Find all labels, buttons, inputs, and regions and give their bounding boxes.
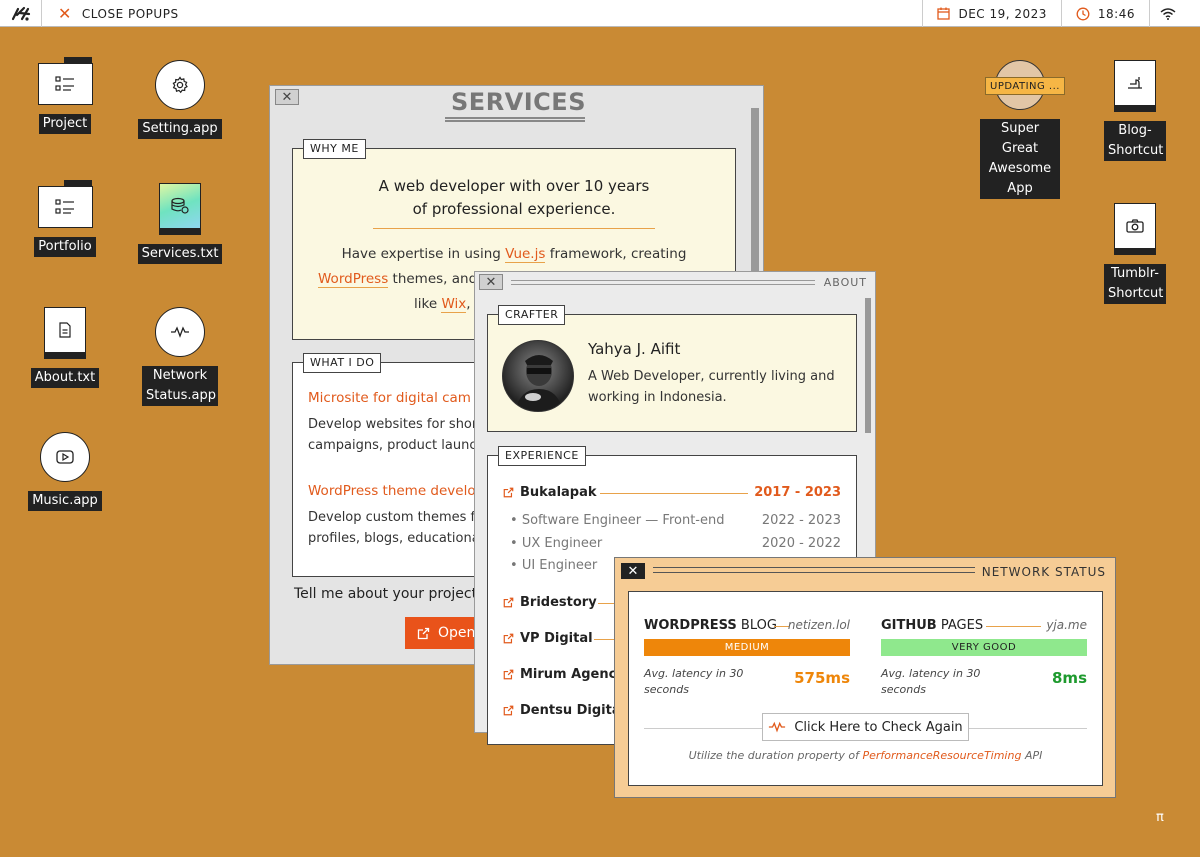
latency-value: 575ms: [794, 669, 850, 687]
app-icon: UPDATING ...: [985, 60, 1065, 110]
clock-icon: [1076, 7, 1090, 20]
status-badge: MEDIUM: [644, 639, 850, 656]
avatar: [502, 340, 574, 412]
close-popups-label: CLOSE POPUPS: [81, 6, 179, 21]
desktop-icon-blog[interactable]: Blog-Shortcut: [1075, 60, 1195, 161]
vue-link[interactable]: Vue.js: [505, 246, 546, 263]
section-tag: CRAFTER: [498, 305, 566, 325]
company-link[interactable]: Dentsu Digital: [503, 703, 625, 718]
pi-glyph[interactable]: π: [1156, 810, 1164, 825]
icon-label: Tumblr-Shortcut: [1104, 264, 1166, 304]
time-display: 18:46: [1062, 0, 1149, 27]
latency-label: Avg. latency in 30 seconds: [881, 667, 981, 696]
icon-label: Network Status.app: [142, 366, 218, 406]
folder-icon: [37, 57, 93, 105]
cta-text: Tell me about your project: [294, 586, 478, 602]
latency-value: 8ms: [1052, 669, 1087, 687]
window-title: ABOUT: [823, 276, 867, 289]
wix-link[interactable]: Wix: [441, 296, 467, 313]
desktop-icon-about[interactable]: About.txt: [5, 307, 125, 388]
pulse-icon: [155, 307, 205, 357]
close-popups-button[interactable]: ✕ CLOSE POPUPS: [58, 0, 179, 27]
desktop-icon-super-app[interactable]: UPDATING ... Super Great Awesome App: [960, 60, 1080, 199]
section-tag: EXPERIENCE: [498, 446, 586, 466]
company-link[interactable]: Mirum Agency: [503, 667, 625, 682]
external-link-icon: [503, 597, 514, 608]
top-bar: ✕ CLOSE POPUPS DEC 19, 2023 18:46: [0, 0, 1200, 27]
time-text: 18:46: [1097, 6, 1135, 21]
desktop-icon-services[interactable]: Services.txt: [120, 183, 240, 264]
close-window-button[interactable]: ✕: [621, 563, 645, 579]
company-link[interactable]: Bridestory: [503, 595, 597, 610]
job-title: • UI Engineer: [510, 558, 598, 573]
wordpress-link[interactable]: WordPress: [318, 271, 389, 288]
profile-role: A Web Developer, currently living and wo…: [588, 369, 835, 405]
calendar-icon: [937, 7, 951, 20]
api-link[interactable]: PerformanceResourceTiming: [862, 749, 1021, 762]
icon-label: Setting.app: [138, 119, 222, 139]
icon-label: Services.txt: [137, 244, 223, 264]
camera-icon: [1114, 203, 1156, 255]
icon-label: Music.app: [28, 491, 102, 511]
external-link-icon: [503, 633, 514, 644]
section-tag: WHAT I DO: [303, 353, 382, 373]
gear-icon: [155, 60, 205, 110]
job-title: • Software Engineer — Front-end: [510, 513, 725, 528]
service-domain: yja.me: [1046, 618, 1087, 632]
check-again-button[interactable]: Click Here to Check Again: [762, 713, 969, 741]
job-years: 2022 - 2023: [761, 513, 841, 528]
why-me-heading: A web developer with over 10 years of pr…: [378, 177, 650, 218]
window-title: NETWORK STATUS: [981, 565, 1106, 579]
job-years: 2020 - 2022: [761, 536, 841, 551]
job-title: • UX Engineer: [510, 536, 603, 551]
icon-label: About.txt: [30, 368, 100, 388]
desktop-icon-portfolio[interactable]: Portfolio: [5, 180, 125, 257]
api-note: Utilize the duration property of Perform…: [688, 749, 1043, 762]
database-icon: [159, 183, 201, 235]
external-link-icon: [417, 627, 430, 639]
scrollbar[interactable]: [865, 298, 871, 433]
external-link-icon: [503, 487, 514, 498]
close-icon: ✕: [58, 3, 72, 23]
crafter-card: CRAFTER Yahya J. Aifit A Web Developer, …: [487, 305, 857, 432]
service-title: Microsite for digital cam: [308, 390, 471, 406]
network-panel: WORDPRESS BLOG netizen.lol MEDIUM Avg. l…: [628, 591, 1103, 786]
company-link[interactable]: Bukalapak: [503, 485, 597, 500]
external-link-icon: [503, 705, 514, 716]
service-title: WordPress theme develo: [308, 483, 476, 499]
service-domain: netizen.lol: [787, 618, 850, 632]
file-text-icon: [44, 307, 86, 359]
play-icon: [40, 432, 90, 482]
close-window-button[interactable]: ✕: [275, 89, 299, 105]
company-years: 2017 - 2023: [754, 485, 841, 500]
section-tag: WHY ME: [303, 139, 366, 159]
network-status-window: ✕ NETWORK STATUS WORDPRESS BLOG netizen.…: [614, 557, 1116, 798]
service-name: WORDPRESS BLOG: [644, 618, 777, 633]
profile-name: Yahya J. Aifit: [588, 340, 681, 358]
date-text: DEC 19, 2023: [958, 6, 1047, 21]
desktop-icon-network[interactable]: Network Status.app: [120, 307, 240, 406]
desktop-icon-setting[interactable]: Setting.app: [120, 60, 240, 139]
external-link-icon: [503, 669, 514, 680]
window-title: SERVICES: [451, 88, 586, 116]
icon-label: Project: [38, 114, 92, 134]
desktop-icon-project[interactable]: Project: [5, 57, 125, 134]
icon-label: Portfolio: [34, 237, 96, 257]
icon-label: Blog-Shortcut: [1104, 121, 1166, 161]
wifi-icon[interactable]: [1150, 0, 1200, 27]
pulse-icon: [769, 721, 786, 733]
icon-label: Super Great Awesome App: [980, 119, 1060, 199]
status-badge: VERY GOOD: [881, 639, 1087, 656]
blog-icon: [1114, 60, 1156, 112]
company-link[interactable]: VP Digital: [503, 631, 593, 646]
updating-badge: UPDATING ...: [985, 77, 1065, 95]
latency-label: Avg. latency in 30 seconds: [644, 667, 744, 696]
service-name: GITHUB PAGES: [881, 618, 984, 633]
logo-icon[interactable]: [0, 0, 42, 27]
folder-icon: [37, 180, 93, 228]
date-display: DEC 19, 2023: [923, 0, 1060, 27]
close-window-button[interactable]: ✕: [479, 274, 503, 290]
desktop-icon-music[interactable]: Music.app: [5, 432, 125, 511]
desktop-icon-tumblr[interactable]: Tumblr-Shortcut: [1075, 203, 1195, 304]
